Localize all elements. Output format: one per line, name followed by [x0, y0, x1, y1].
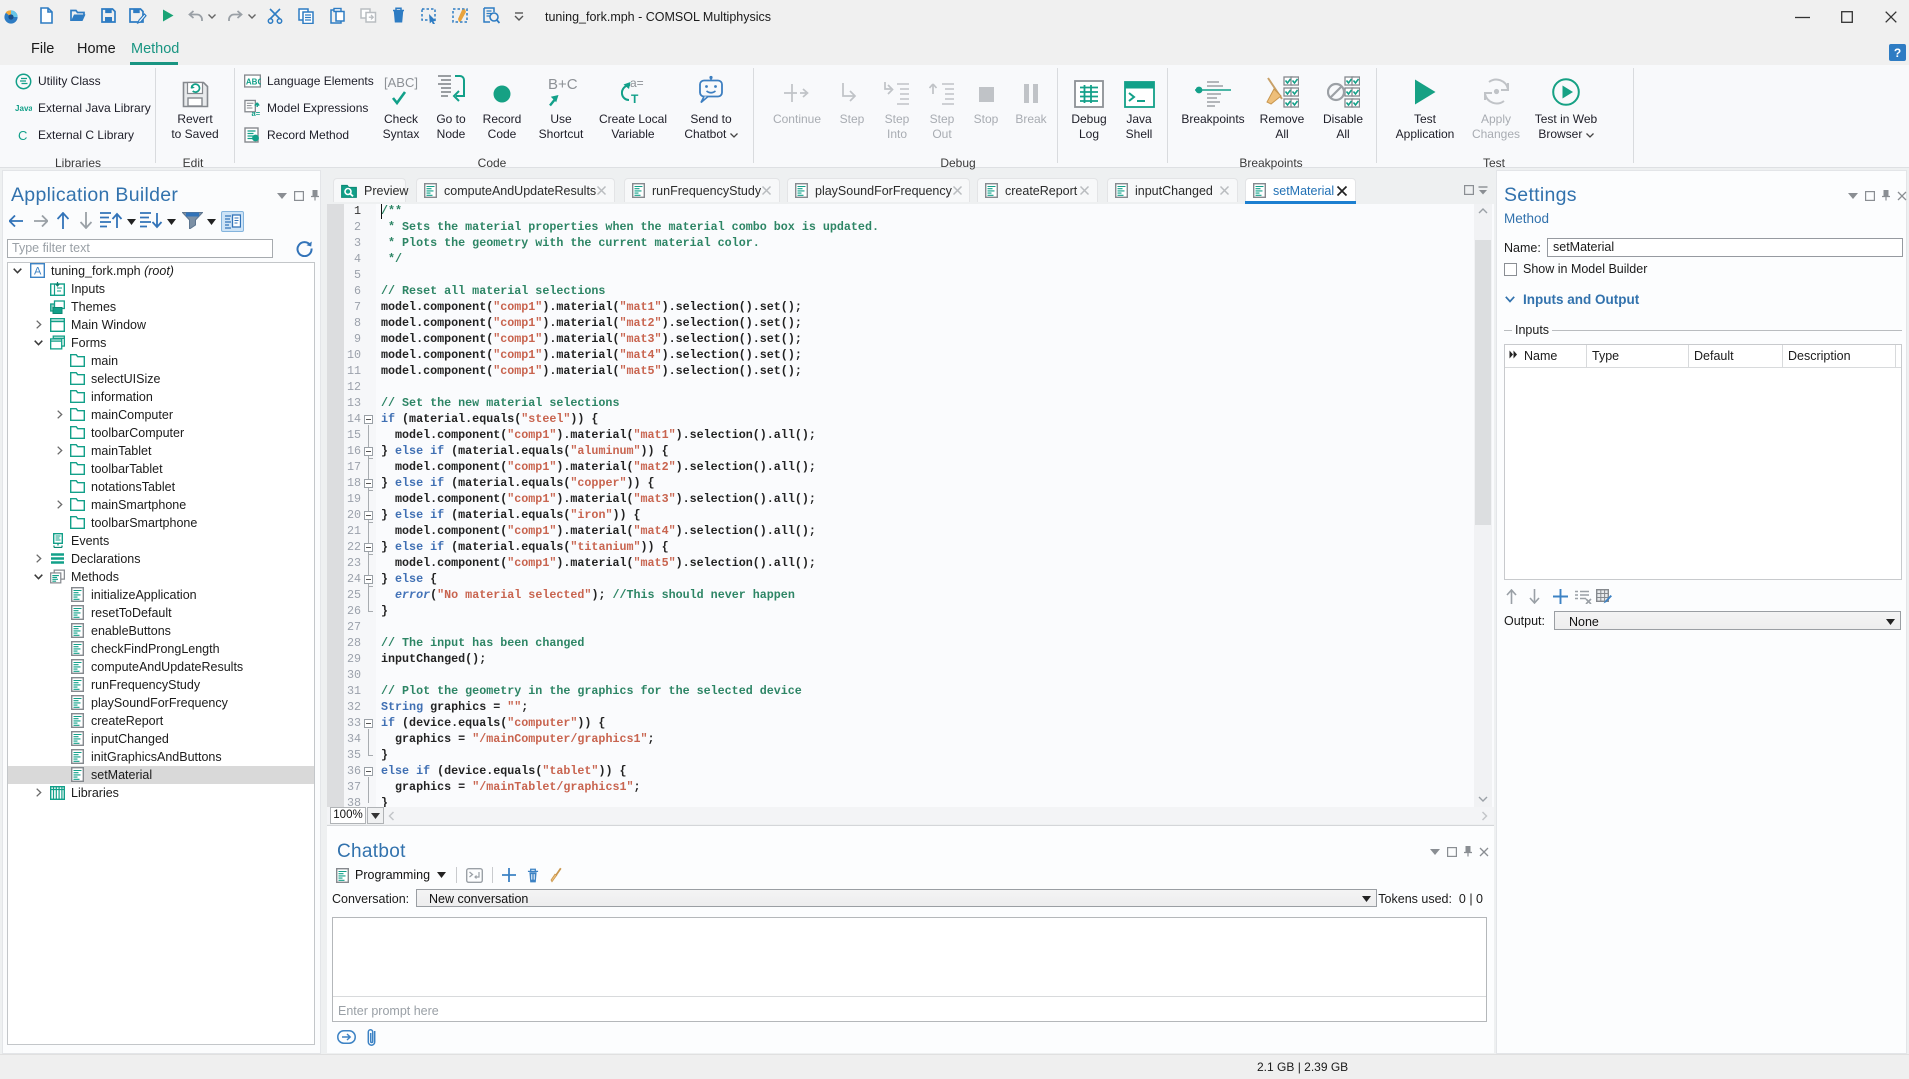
svg-text:a=: a=	[630, 77, 644, 90]
svg-text:A: A	[34, 266, 42, 278]
svg-text:T: T	[631, 92, 639, 106]
svg-text:a=: a=	[252, 109, 261, 117]
svg-text:[ABC]: [ABC]	[384, 75, 418, 90]
svg-text:B+C: B+C	[548, 76, 578, 93]
svg-text:C: C	[18, 128, 27, 142]
svg-text:Java: Java	[15, 104, 32, 113]
svg-text:ABC: ABC	[246, 77, 261, 86]
